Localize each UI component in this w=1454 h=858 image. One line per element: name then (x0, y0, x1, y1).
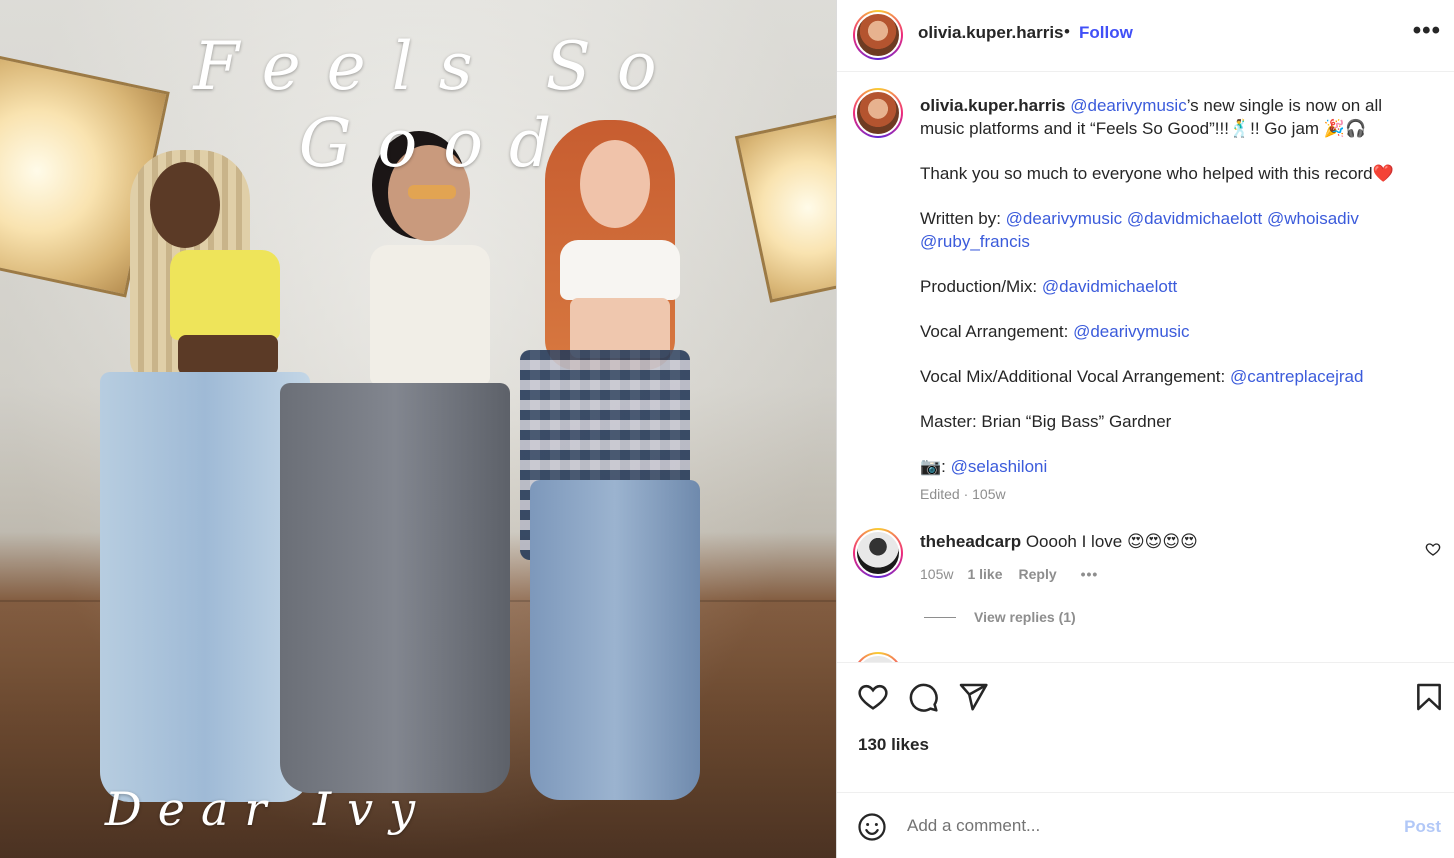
post-panel: olivia.kuper.harris • Follow ••• olivia.… (836, 0, 1454, 858)
written-by-label: Written by: (920, 209, 1006, 228)
likes-count[interactable]: 130 likes (858, 735, 929, 755)
share-icon[interactable] (957, 681, 989, 713)
production-label: Production/Mix: (920, 277, 1042, 296)
comment-time[interactable]: 105w (920, 566, 953, 582)
mention-link[interactable]: @dearivymusic (1073, 322, 1189, 341)
mention-link[interactable]: @davidmichaelott (1127, 209, 1262, 228)
mention-link[interactable]: @ruby_francis (920, 232, 1030, 251)
vocal-mix-label: Vocal Mix/Additional Vocal Arrangement: (920, 367, 1230, 386)
mention-link[interactable]: @whoisadiv (1267, 209, 1359, 228)
camera-label: 📷: (920, 457, 951, 476)
add-comment-bar: Post (837, 792, 1454, 858)
commenter-avatar[interactable] (853, 528, 903, 578)
follow-button[interactable]: Follow (1079, 23, 1133, 43)
cover-artist: Dear Ivy (104, 782, 432, 836)
post-header: olivia.kuper.harris • Follow ••• (837, 0, 1454, 72)
author-avatar[interactable] (853, 10, 903, 60)
comment-likes[interactable]: 1 like (967, 566, 1002, 582)
post-actions: 130 likes (837, 662, 1454, 792)
emoji-icon[interactable] (857, 812, 887, 842)
view-replies-button[interactable]: View replies (1) (924, 609, 1076, 625)
caption-intro: olivia.kuper.harris @dearivymusic’s new … (920, 94, 1420, 140)
mention-link[interactable]: @dearivymusic (1006, 209, 1122, 228)
replies-divider-line (924, 616, 956, 618)
author-username[interactable]: olivia.kuper.harris (918, 23, 1064, 43)
comment-like-heart-icon[interactable] (1425, 541, 1441, 557)
comment-more-icon[interactable]: ••• (1081, 566, 1099, 582)
post-comment-button[interactable]: Post (1404, 817, 1441, 837)
caption-written-by: Written by: @dearivymusic @davidmichaelo… (920, 207, 1420, 253)
caption-thanks: Thank you so much to everyone who helped… (920, 164, 1394, 183)
comments-scroll-area[interactable]: olivia.kuper.harris @dearivymusic’s new … (837, 72, 1454, 662)
more-options-icon[interactable]: ••• (1413, 17, 1441, 45)
comment-text: Ooooh I love 😍😍😍😍 (1025, 532, 1198, 551)
vocal-arrangement-label: Vocal Arrangement: (920, 322, 1074, 341)
mention-link[interactable]: @dearivymusic (1070, 96, 1186, 115)
caption-vocal-arrangement: Vocal Arrangement: @dearivymusic (920, 320, 1420, 343)
mention-link[interactable]: @selashiloni (951, 457, 1048, 476)
caption-photo-credit: 📷: @selashiloni (920, 455, 1420, 478)
post-image[interactable]: Feels So Good Dear Ivy (0, 0, 836, 858)
mention-link[interactable]: @davidmichaelott (1042, 277, 1177, 296)
comment-icon[interactable] (907, 681, 939, 713)
caption-production: Production/Mix: @davidmichaelott (920, 275, 1420, 298)
cover-title: Feels So Good (193, 28, 683, 182)
caption-edited-time: Edited · 105w (920, 486, 1006, 502)
comment-input[interactable] (907, 811, 1377, 841)
caption-username[interactable]: olivia.kuper.harris (920, 96, 1066, 115)
view-replies-label: View replies (1) (974, 609, 1076, 625)
mention-link[interactable]: @cantreplacejrad (1230, 367, 1364, 386)
separator-dot: • (1064, 22, 1070, 41)
comment-item: theheadcarp Ooooh I love 😍😍😍😍 (920, 532, 1400, 552)
person-right (500, 120, 730, 800)
person-center (270, 145, 530, 795)
bookmark-icon[interactable] (1413, 681, 1445, 713)
caption-vocal-mix: Vocal Mix/Additional Vocal Arrangement: … (920, 365, 1420, 388)
comment-meta: 105w 1 like Reply ••• (920, 566, 1098, 582)
caption-master: Master: Brian “Big Bass” Gardner (920, 412, 1172, 431)
commenter-avatar[interactable] (853, 652, 903, 662)
reply-button[interactable]: Reply (1019, 566, 1057, 582)
commenter-username[interactable]: theheadcarp (920, 532, 1021, 551)
post-caption: olivia.kuper.harris @dearivymusic’s new … (920, 94, 1420, 502)
caption-author-avatar[interactable] (853, 88, 903, 138)
heart-icon[interactable] (857, 681, 889, 713)
